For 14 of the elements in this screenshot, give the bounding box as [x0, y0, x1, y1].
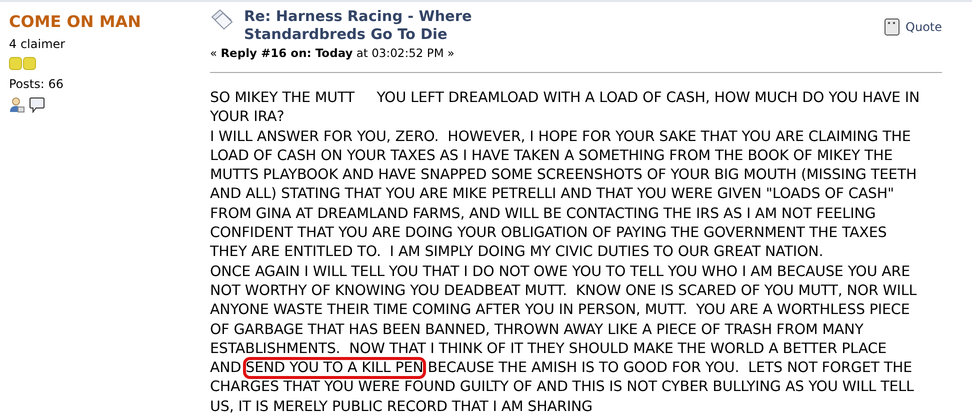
post-count: Posts: 66 — [9, 77, 64, 91]
poster-name[interactable]: COME ON MAN — [9, 12, 205, 31]
message-icon[interactable] — [29, 97, 45, 113]
post-paragraph: I WILL ANSWER FOR YOU, ZERO. HOWEVER, I HOPE FOR YOUR SAKE THAT YOU ARE CLAIMING THE LOAD OF CASH ON YOUR TAXES AS I HAVE TAKEN A SOMETHING FROM THE BOOK OF MIKEY THE MUTTS PLAYBOOK AND HAVE SNAPPED SOME SCREENSHOTS OF YOUR BIG MOUTH (MISSING TEETH AND ALL) STATING THAT YOU ARE MIKE PETRELLI AND THAT YOU WERE GIVEN "LOADS OF CASH" FROM GINA AT DREAMLAND FARMS, AND WILL BE CONTACTING THE IRS AS I AM NOT FEELING CONFIDENT THAT YOU ARE DOING YOUR OBLIGATION OF PAYING THE GOVERNMENT THE TAXES THEY ARE ENTITLED TO. I AM SIMPLY DOING MY CIVIC DUTIES TO OUR GREAT NATION. — [210, 128, 918, 262]
post-icon — [210, 8, 234, 30]
profile-icon[interactable] — [9, 97, 25, 113]
quote-icon — [884, 18, 900, 36]
rank-pips-icon — [9, 57, 37, 71]
post-title-link[interactable]: Re: Harness Racing - Where Standardbreds Go To Die — [244, 8, 504, 44]
post-paragraph: SO MIKEY THE MUTT YOU LEFT DREAMLOAD WITH A LOAD OF CASH, HOW MUCH DO YOU HAVE IN YOUR IRA? — [210, 89, 921, 128]
quote-button[interactable]: Quote — [884, 18, 942, 36]
reply-meta: « Reply #16 on: Today at 03:02:52 PM » — [210, 46, 456, 60]
poster-rank: 4 claimer — [9, 37, 66, 51]
post-paragraph: ONCE AGAIN I WILL TELL YOU THAT I DO NOT OWE YOU TO TELL YOU WHO I AM BECAUSE YOU ARE NOT WORTHY OF KNOWING YOU DEADBEAT MUTT. KNOW ONE IS SCARED OF YOU MUTT, NOR WILL ANYONE WASTE THEIR TIME COMING AFTER YOU IN PERSON, MUTT. YOU ARE A WORTHLESS PIECE OF GARBAGE THAT HAS BEEN BANNED, THROWN AWAY LIKE A PIECE OF TRASH FROM MANY ESTABLISHMENTS. NOW THAT I THINK OF IT THEY SHOULD MAKE THE WORLD A BETTER PLACE AND SEND YOU TO A KILL PEN BECAUSE THE AMISH IS TO GOOD FOR YOU. LETS NOT FORGET THE CHARGES THAT YOU WERE FOUND GUILTY OF AND THIS IS NOT CYBER BULLYING AS YOU WILL TELL US, IT IS MERELY PUBLIC RECORD THAT I AM SHARING — [210, 262, 918, 416]
